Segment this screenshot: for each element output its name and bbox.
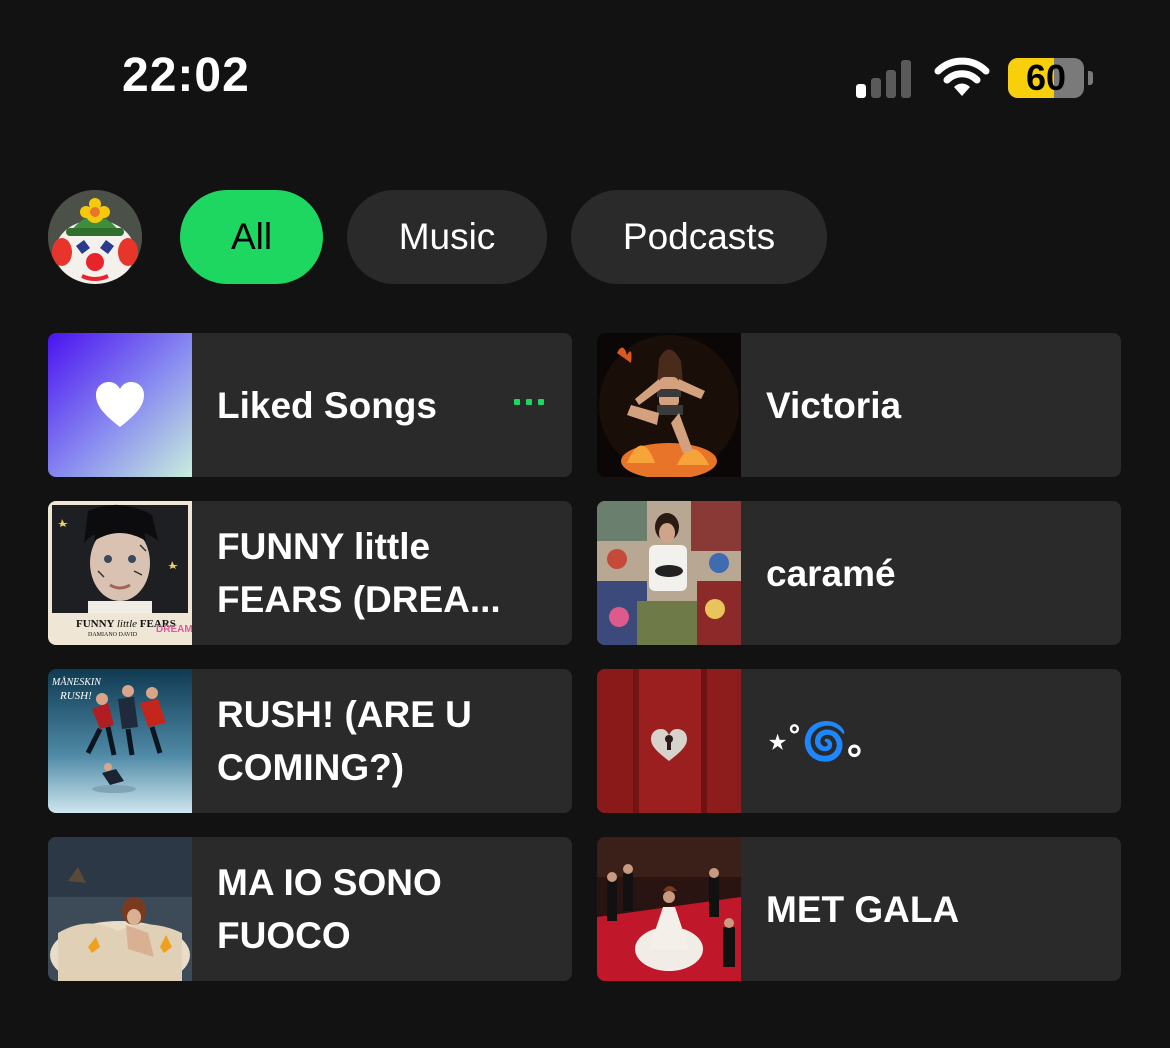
met-gala-cover [597, 837, 741, 981]
cover-dreams-text: DREAMS [156, 624, 192, 635]
tile-title: Liked Songs [217, 384, 437, 426]
shortcut-tile-funny-little-fears[interactable]: FUNNY little FEARS DAMIANO DAVID DREAMS … [48, 501, 572, 645]
signal-icon [856, 58, 916, 98]
funny-little-fears-cover: FUNNY little FEARS DAMIANO DAVID DREAMS [48, 501, 192, 645]
cover-artist-text: DAMIANO DAVID [88, 632, 138, 638]
cover-text: MÅNESKIN [51, 676, 102, 688]
status-time: 22:02 [122, 49, 250, 102]
rush-cover: MÅNESKIN RUSH! [48, 669, 192, 813]
red-door-cover [597, 669, 741, 813]
ma-io-sono-fuoco-cover [48, 837, 192, 981]
now-playing-indicator-icon [514, 399, 550, 409]
filter-chip-music[interactable]: Music [347, 190, 547, 284]
tile-title: caramé [766, 552, 896, 594]
tile-title: MET GALA [766, 888, 960, 930]
wifi-icon [934, 57, 990, 96]
tile-title: RUSH! (ARE U COMING?) [217, 694, 472, 788]
tile-title: FUNNY little FEARS (DREA... [217, 526, 501, 620]
battery-icon: 60 [1008, 58, 1093, 98]
victoria-cover [597, 333, 741, 477]
status-bar: 22:02 60 [0, 0, 1170, 150]
shortcut-tile-spiral[interactable]: ⋆˚🌀｡ [597, 669, 1121, 813]
carame-cover [597, 501, 741, 645]
tile-title: MA IO SONO FUOCO [217, 862, 442, 956]
shortcut-tile-victoria[interactable]: Victoria [597, 333, 1121, 477]
clown-avatar-icon [48, 190, 142, 284]
profile-avatar[interactable] [48, 190, 142, 284]
shortcut-tile-rush[interactable]: MÅNESKIN RUSH! RUSH! (ARE U COMING?) [48, 669, 572, 813]
shortcut-tile-ma-io-sono-fuoco[interactable]: MA IO SONO FUOCO [48, 837, 572, 981]
filter-chip-all[interactable]: All [180, 190, 323, 284]
svg-text:RUSH!: RUSH! [59, 690, 92, 702]
battery-level: 60 [1025, 58, 1067, 98]
tile-title: ⋆˚🌀｡ [766, 720, 867, 762]
shortcut-tile-carame[interactable]: caramé [597, 501, 1121, 645]
shortcut-tile-liked-songs[interactable]: Liked Songs [48, 333, 572, 477]
filter-chip-podcasts[interactable]: Podcasts [571, 190, 827, 284]
tile-title: Victoria [766, 384, 902, 426]
shortcut-tile-met-gala[interactable]: MET GALA [597, 837, 1121, 981]
liked-songs-cover [48, 333, 192, 477]
